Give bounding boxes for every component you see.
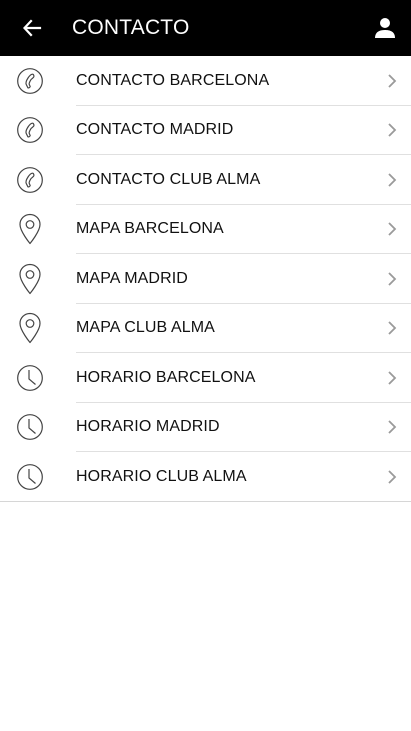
- list-item-label: CONTACTO BARCELONA: [76, 71, 270, 89]
- clock-icon: [12, 403, 48, 453]
- chevron-right-icon: [387, 106, 397, 156]
- list-item-mapa-madrid[interactable]: MAPA MADRID: [0, 254, 411, 304]
- list-item-label: CONTACTO MADRID: [76, 121, 234, 139]
- chevron-right-icon: [387, 56, 397, 106]
- page-title: CONTACTO: [72, 16, 190, 39]
- list-item-label: CONTACTO CLUB ALMA: [76, 170, 261, 188]
- divider: [0, 500, 411, 502]
- list-item-contacto-club-alma[interactable]: CONTACTO CLUB ALMA: [0, 155, 411, 205]
- contact-menu-list: CONTACTO BARCELONA CONTACTO MADRID CONTA…: [0, 56, 411, 502]
- phone-icon: [12, 155, 48, 205]
- list-item-horario-club-alma[interactable]: HORARIO CLUB ALMA: [0, 452, 411, 502]
- list-item-label: HORARIO CLUB ALMA: [76, 467, 247, 485]
- back-button[interactable]: [0, 0, 64, 56]
- person-icon: [375, 18, 395, 38]
- list-item-label: MAPA MADRID: [76, 269, 188, 287]
- phone-icon: [12, 56, 48, 106]
- chevron-right-icon: [387, 254, 397, 304]
- list-item-horario-madrid[interactable]: HORARIO MADRID: [0, 403, 411, 453]
- map-pin-icon: [12, 254, 48, 304]
- list-item-label: HORARIO MADRID: [76, 418, 220, 436]
- chevron-right-icon: [387, 353, 397, 403]
- map-pin-icon: [12, 205, 48, 255]
- arrow-left-icon: [22, 19, 42, 37]
- chevron-right-icon: [387, 205, 397, 255]
- account-button[interactable]: [365, 8, 405, 48]
- app-bar: CONTACTO: [0, 0, 411, 56]
- chevron-right-icon: [387, 155, 397, 205]
- clock-icon: [12, 353, 48, 403]
- chevron-right-icon: [387, 452, 397, 502]
- map-pin-icon: [12, 304, 48, 354]
- list-item-horario-barcelona[interactable]: HORARIO BARCELONA: [0, 353, 411, 403]
- phone-icon: [12, 106, 48, 156]
- list-item-mapa-barcelona[interactable]: MAPA BARCELONA: [0, 205, 411, 255]
- list-item-label: MAPA CLUB ALMA: [76, 319, 215, 337]
- clock-icon: [12, 452, 48, 502]
- chevron-right-icon: [387, 403, 397, 453]
- chevron-right-icon: [387, 304, 397, 354]
- list-item-contacto-barcelona[interactable]: CONTACTO BARCELONA: [0, 56, 411, 106]
- list-item-contacto-madrid[interactable]: CONTACTO MADRID: [0, 106, 411, 156]
- list-item-label: HORARIO BARCELONA: [76, 368, 256, 386]
- list-item-label: MAPA BARCELONA: [76, 220, 224, 238]
- list-item-mapa-club-alma[interactable]: MAPA CLUB ALMA: [0, 304, 411, 354]
